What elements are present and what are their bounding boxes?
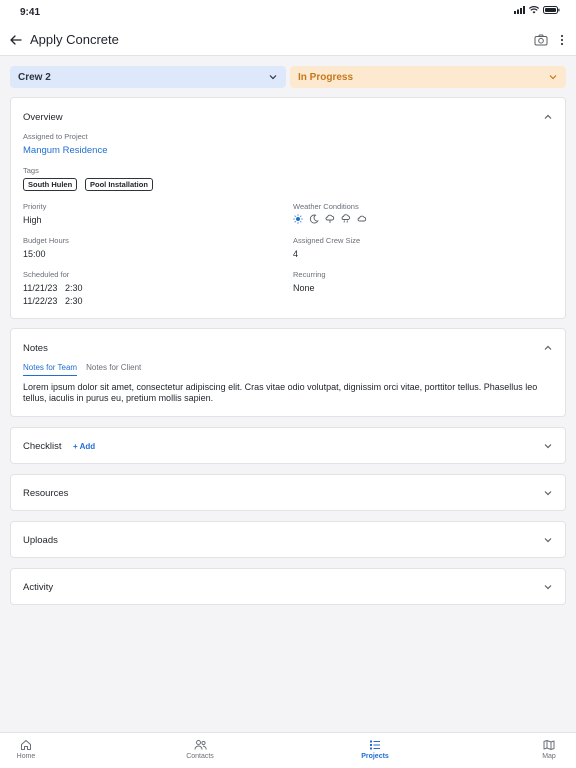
header: Apply Concrete (0, 26, 576, 56)
cloud-icon[interactable] (357, 214, 367, 224)
chevron-down-icon[interactable] (543, 582, 553, 592)
contacts-icon (194, 740, 207, 750)
chevron-down-icon (269, 75, 277, 80)
weather-label: Weather Conditions (293, 202, 359, 211)
resources-card[interactable]: Resources (10, 474, 566, 511)
crew-size-value: 4 (293, 249, 299, 259)
status-select[interactable]: In Progress (290, 66, 566, 88)
chevron-up-icon[interactable] (543, 112, 553, 122)
recurring-value: None (293, 283, 315, 293)
scheduled-date: 11/22/23 (23, 296, 58, 306)
battery-icon (543, 6, 560, 14)
tab-contacts-label: Contacts (186, 753, 214, 760)
rain-icon[interactable] (325, 214, 335, 224)
tab-map-label: Map (542, 753, 556, 760)
chevron-down-icon[interactable] (543, 441, 553, 451)
scheduled-time: 2:30 (65, 296, 83, 306)
resources-title: Resources (23, 488, 69, 499)
priority-value: High (23, 215, 42, 225)
moon-icon[interactable] (309, 214, 319, 224)
overview-title: Overview (23, 112, 63, 123)
scheduled-date: 11/21/23 (23, 283, 58, 293)
status-bar: 9:41 (0, 0, 576, 26)
signal-icon (514, 6, 525, 14)
chevron-down-icon[interactable] (543, 488, 553, 498)
uploads-title: Uploads (23, 535, 58, 546)
tags-list: South Hulen Pool Installation (23, 178, 323, 192)
crew-size-label: Assigned Crew Size (293, 236, 361, 245)
recurring-label: Recurring (293, 270, 326, 279)
tab-map[interactable]: Map (519, 739, 576, 760)
home-icon (21, 740, 31, 750)
bottom-tab-bar: Home Contacts Projects Map (0, 732, 576, 768)
tab-home-label: Home (16, 753, 36, 760)
add-checklist-button[interactable]: + Add (73, 442, 95, 451)
tab-contacts[interactable]: Contacts (170, 739, 230, 760)
notes-body: Lorem ipsum dolor sit amet, consectetur … (23, 382, 538, 403)
tab-notes-for-client[interactable]: Notes for Client (86, 363, 141, 376)
scheduled-label: Scheduled for (23, 270, 70, 279)
tab-home[interactable]: Home (0, 739, 56, 760)
checklist-title: Checklist (23, 441, 62, 452)
budget-hours-value: 15:00 (23, 249, 46, 259)
budget-hours-label: Budget Hours (23, 236, 69, 245)
sun-icon[interactable] (293, 214, 303, 224)
wifi-icon (529, 6, 539, 14)
tab-projects-label: Projects (361, 753, 389, 760)
weather-icons (293, 214, 367, 224)
tag-chip[interactable]: South Hulen (23, 178, 78, 191)
scheduled-time: 2:30 (65, 283, 83, 293)
chevron-down-icon[interactable] (543, 535, 553, 545)
overview-card: Overview Assigned to Project Mangum Resi… (10, 97, 566, 319)
notes-tabs: Notes for Team Notes for Client (23, 363, 141, 376)
tab-notes-for-team[interactable]: Notes for Team (23, 363, 78, 376)
status-icons (514, 6, 560, 14)
project-link[interactable]: Mangum Residence (23, 145, 108, 156)
priority-label: Priority (23, 202, 47, 211)
crew-select-value: Crew 2 (18, 71, 51, 83)
back-arrow-icon[interactable] (8, 32, 24, 48)
map-icon (543, 740, 555, 750)
status-select-value: In Progress (298, 71, 354, 83)
tag-chip[interactable]: Pool Installation (85, 178, 153, 191)
projects-list-icon (370, 740, 380, 750)
more-options-icon[interactable] (558, 33, 566, 47)
assigned-project-label: Assigned to Project (23, 132, 88, 141)
camera-icon[interactable] (534, 33, 548, 47)
cloud-rain-icon[interactable] (341, 214, 351, 224)
page-title: Apply Concrete (30, 32, 119, 47)
notes-title: Notes (23, 343, 48, 354)
notes-card: Notes Notes for Team Notes for Client Lo… (10, 328, 566, 417)
chevron-down-icon (549, 75, 557, 80)
status-time: 9:41 (20, 7, 41, 18)
activity-title: Activity (23, 582, 54, 593)
selectors: Crew 2 In Progress (10, 66, 566, 88)
crew-select[interactable]: Crew 2 (10, 66, 286, 88)
chevron-up-icon[interactable] (543, 343, 553, 353)
checklist-card[interactable]: Checklist + Add (10, 427, 566, 464)
tab-projects[interactable]: Projects (345, 739, 405, 760)
tags-label: Tags (23, 166, 39, 175)
uploads-card[interactable]: Uploads (10, 521, 566, 558)
activity-card[interactable]: Activity (10, 568, 566, 605)
